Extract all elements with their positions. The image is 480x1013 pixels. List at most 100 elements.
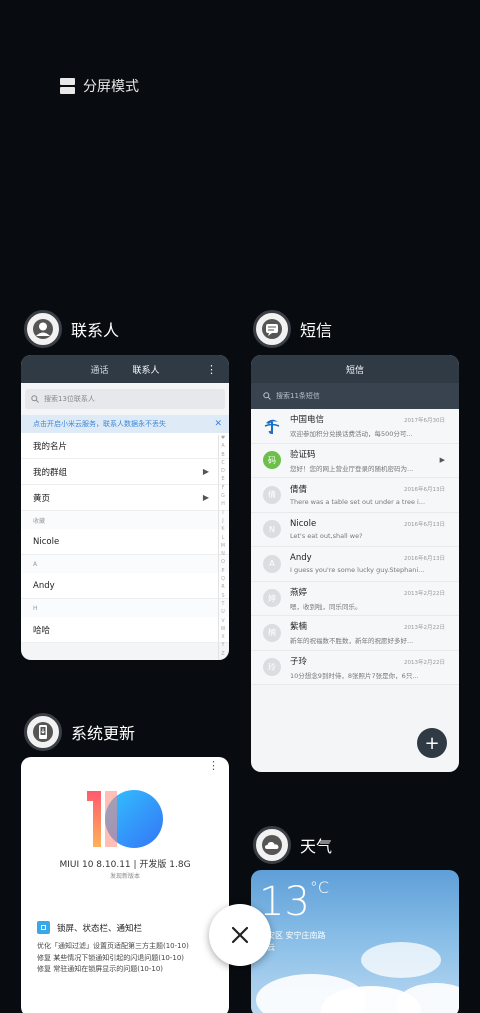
sms-date: 2016年6月13日 — [404, 556, 445, 562]
sms-header-title: 短信 — [345, 365, 364, 376]
alphabet-index-letter[interactable]: E — [221, 476, 224, 484]
feature-icon — [37, 921, 50, 934]
section-label: H — [33, 604, 38, 612]
alphabet-index-letter[interactable]: # — [221, 659, 225, 660]
updater-card[interactable]: ⋮ MIUI 10 8.10.11 | 开发版 1.8G 发现新版本 锁屏、状态… — [21, 757, 229, 1013]
contacts-search-input[interactable]: 搜索13位联系人 — [25, 389, 225, 409]
alphabet-index-letter[interactable]: L — [222, 535, 225, 543]
contact-name: Andy — [33, 580, 55, 591]
contacts-list-item[interactable]: 黄页 ▶ — [21, 485, 229, 511]
alphabet-index-letter[interactable]: V — [221, 618, 224, 626]
more-options-icon[interactable]: ⋮ — [208, 759, 219, 772]
alphabet-index-letter[interactable]: Y — [222, 642, 225, 650]
alphabet-index-letter[interactable]: J — [222, 518, 223, 526]
alphabet-index-letter[interactable]: X — [221, 634, 224, 642]
alphabet-index-letter[interactable]: D — [221, 468, 225, 476]
weather-card[interactable]: 13°C 宝安区 安宁庄南路 多云 — [251, 870, 459, 1013]
alphabet-index-letter[interactable]: T — [222, 601, 225, 609]
weather-app-header[interactable]: 天气 — [253, 826, 332, 864]
cloud-service-banner[interactable]: 点击开启小米云服务，联系人数据永不丢失 ✕ — [21, 415, 229, 433]
alphabet-index-letter[interactable]: G — [221, 493, 225, 501]
sms-search-input[interactable]: 搜索11条短信 — [251, 383, 459, 409]
alphabet-index-letter[interactable]: F — [222, 485, 225, 493]
contacts-list-item[interactable]: 我的群组 ▶ — [21, 459, 229, 485]
sms-thread-item[interactable]: A Andy I guess you're some lucky guy.Steph… — [251, 547, 459, 582]
sms-preview: 您好！您的网上营业厅登录的随机密码为... — [290, 464, 414, 473]
alphabet-index-letter[interactable]: N — [221, 551, 225, 559]
contact-name: 哈哈 — [33, 625, 51, 636]
contact-name: Nicole — [33, 536, 60, 547]
contacts-list-item[interactable]: Andy — [21, 573, 229, 599]
split-screen-button[interactable]: 分屏模式 — [60, 76, 139, 96]
temperature: 13°C — [259, 878, 329, 926]
contact-avatar: 楠 — [263, 623, 281, 642]
contacts-list-item[interactable]: 哈哈 — [21, 617, 229, 643]
alphabet-index-letter[interactable]: O — [221, 559, 225, 567]
sms-thread-item[interactable]: 楠紫楠 新年的祝福数不胜数，新年的祝愿好多好... 2013年2月22日 — [251, 616, 459, 651]
alphabet-index-letter[interactable]: S — [221, 593, 224, 601]
contacts-list-item[interactable]: Nicole — [21, 529, 229, 555]
sms-thread-item[interactable]: 倩倩倩 There was a table set out under a tre… — [251, 478, 459, 513]
weather-app-title: 天气 — [300, 837, 333, 856]
alphabet-index-letter[interactable]: A — [221, 443, 224, 451]
alphabet-index-letter[interactable]: Q — [221, 576, 225, 584]
sms-preview: Let's eat out,shall we? — [290, 531, 363, 540]
more-options-icon[interactable]: ⋮ — [206, 363, 217, 376]
sms-sender-name: 验证码 — [290, 449, 316, 460]
sms-card[interactable]: 短信 搜索11条短信 中国电信 欢迎参加积分兑换话费活动，每500分可... 201… — [251, 355, 459, 772]
changelog-line: 修复 某些情况下锁通知引起的闪退问题(10-10) — [37, 953, 185, 962]
sms-thread-item[interactable]: 婷燕婷 嗯，收到啦，同乐同乐。 2013年2月22日 — [251, 581, 459, 616]
contact-avatar: 码 — [263, 451, 281, 470]
sms-date: 2013年2月22日 — [404, 625, 445, 631]
close-icon[interactable]: ✕ — [214, 419, 222, 429]
alphabet-index-letter[interactable]: U — [221, 609, 225, 617]
alphabet-index-letter[interactable]: I — [222, 510, 223, 518]
cloud-banner-text: 点击开启小米云服务，联系人数据永不丢失 — [33, 420, 166, 428]
alphabet-index-letter[interactable]: P — [222, 568, 225, 576]
contact-avatar: N — [263, 520, 281, 539]
sms-preview: 欢迎参加积分兑换话费活动，每500分可... — [290, 430, 413, 439]
update-subtitle: 发现新版本 — [109, 873, 140, 880]
contact-name: 黄页 — [33, 493, 51, 504]
alphabet-index-letter[interactable]: B — [221, 452, 224, 460]
tab-calls[interactable]: 通话 — [90, 363, 108, 376]
contact-name: 我的群组 — [33, 467, 68, 478]
update-version: MIUI 10 8.10.11 | 开发版 1.8G — [59, 860, 191, 870]
sms-app-icon — [253, 310, 291, 348]
contacts-list: 我的名片 我的群组 ▶ 黄页 ▶ 收藏 Nicole A Andy H 哈哈 — [21, 433, 229, 643]
sms-date: 2013年2月22日 — [404, 659, 445, 666]
alphabet-index[interactable]: ♥ABCDEFGHIJKLMNOPQRSTUVWXYZ# — [219, 435, 227, 660]
alphabet-index-letter[interactable]: Z — [221, 651, 224, 659]
alphabet-index-letter[interactable]: R — [221, 584, 224, 592]
sms-topbar: 短信 — [251, 355, 459, 383]
china-telecom-logo-icon — [263, 417, 281, 435]
alphabet-index-letter[interactable]: H — [221, 501, 225, 509]
search-icon — [31, 395, 39, 403]
alphabet-index-letter[interactable]: K — [221, 526, 224, 534]
sms-thread-item[interactable]: 码验证码 您好！您的网上营业厅登录的随机密码为... ▶ — [251, 443, 459, 478]
alphabet-index-letter[interactable]: W — [221, 626, 226, 634]
alphabet-index-letter[interactable]: ♥ — [221, 435, 225, 443]
contact-avatar: 倩 — [263, 485, 281, 504]
contacts-app-header[interactable]: 联系人 — [24, 310, 119, 348]
chevron-right-icon: ▶ — [202, 467, 209, 476]
updater-app-header[interactable]: 系统更新 — [24, 713, 135, 751]
sms-preview: 新年的祝福数不胜数，新年的祝愿好多好... — [290, 637, 414, 646]
sms-search-placeholder: 搜索11条短信 — [276, 392, 320, 400]
split-screen-icon — [60, 78, 75, 94]
sms-app-header[interactable]: 短信 — [253, 310, 332, 348]
clear-all-button[interactable] — [209, 904, 271, 966]
sms-date: 2013年2月22日 — [404, 590, 445, 597]
contacts-list-item[interactable]: 我的名片 — [21, 433, 229, 459]
contact-avatar: A — [263, 554, 281, 573]
contacts-card[interactable]: 通话 联系人 ⋮ 搜索13位联系人 点击开启小米云服务，联系人数据永不丢失 ✕ … — [21, 355, 229, 660]
sms-thread-item[interactable]: 玲子玲 10分想念9到时侍，8张照片7张是你，6只... 2013年2月22日 — [251, 650, 459, 685]
sms-thread-item[interactable]: 中国电信 欢迎参加积分兑换话费活动，每500分可... 2017年6月30日 — [251, 409, 459, 444]
new-message-button[interactable]: + — [417, 728, 447, 758]
alphabet-index-letter[interactable]: C — [221, 460, 224, 468]
update-feature-label: 锁屏、状态栏、通知栏 — [57, 923, 143, 934]
alphabet-index-letter[interactable]: M — [221, 543, 225, 551]
sms-thread-text: 验证码您好！您的网上营业厅登录的随机密码为... — [290, 448, 459, 473]
sms-thread-item[interactable]: N Nicole Let's eat out,shall we? 2016年6月13日 — [251, 512, 459, 547]
tab-contacts[interactable]: 联系人 — [133, 363, 160, 376]
